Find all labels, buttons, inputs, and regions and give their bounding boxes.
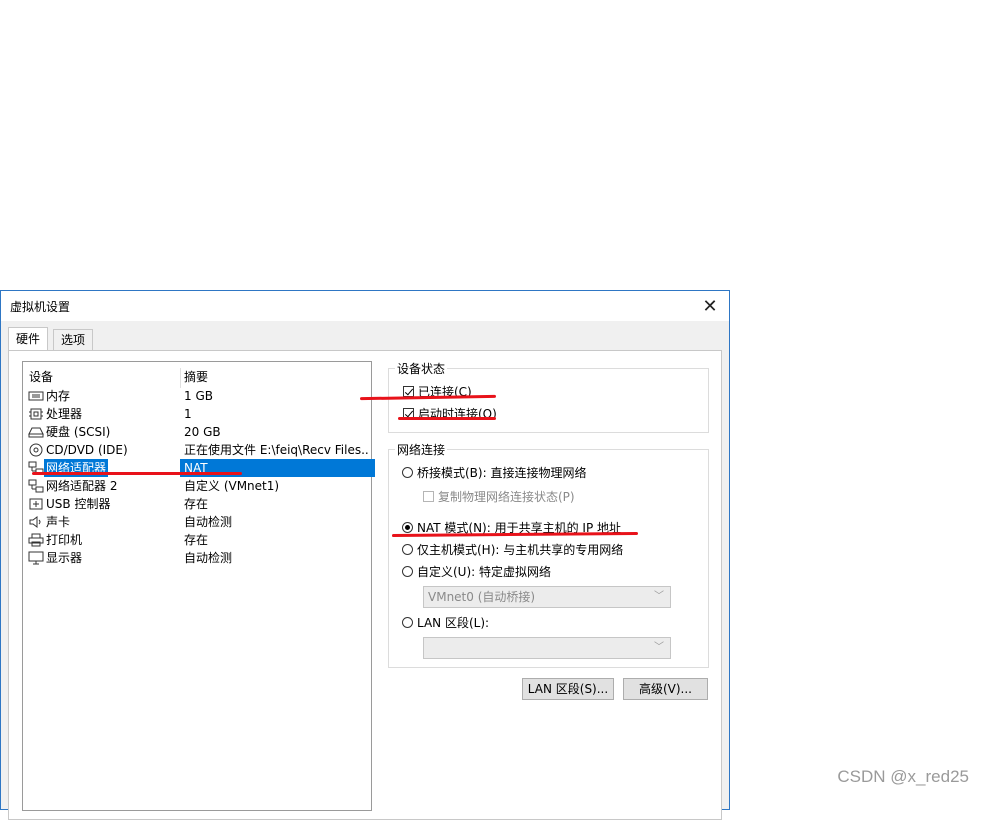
custom-radio[interactable]: 自定义(U): 特定虚拟网络 (402, 563, 551, 580)
device-summary: 20 GB (184, 425, 221, 439)
checkbox-box[interactable] (423, 491, 434, 502)
device-name: USB 控制器 (46, 497, 111, 511)
annotation-underline (32, 472, 242, 475)
device-row-usb-controller[interactable]: USB 控制器 存在 (25, 495, 371, 513)
replicate-state-checkbox[interactable]: 复制物理网络连接状态(P) (423, 488, 575, 505)
device-row-hard-disk[interactable]: 硬盘 (SCSI) 20 GB (25, 423, 371, 441)
column-separator[interactable] (180, 368, 181, 388)
cpu-icon (29, 408, 43, 420)
device-list-header: 设备 摘要 (29, 368, 369, 388)
device-name: 内存 (46, 389, 71, 403)
chevron-down-icon: ﹀ (654, 591, 664, 602)
device-status-title: 设备状态 (395, 360, 448, 377)
device-row-printer[interactable]: 打印机 存在 (25, 531, 371, 549)
printer-icon (28, 533, 44, 547)
bridged-radio[interactable]: 桥接模式(B): 直接连接物理网络 (402, 464, 586, 481)
radio-button[interactable] (402, 566, 413, 577)
device-summary: 正在使用文件 E:\feiq\Recv Files... (184, 443, 370, 457)
device-summary: 自动检测 (184, 515, 233, 529)
device-summary: 1 GB (184, 389, 213, 403)
advanced-button[interactable]: 高级(V)... (623, 678, 708, 700)
device-name: 打印机 (46, 533, 83, 547)
watermark: CSDN @x_red25 (837, 767, 969, 786)
lan-segment-radio[interactable]: LAN 区段(L): (402, 614, 489, 631)
network-adapter-icon (28, 479, 44, 493)
device-name: 显示器 (46, 551, 83, 565)
tab-hardware[interactable]: 硬件 (8, 327, 48, 350)
lan-segments-button[interactable]: LAN 区段(S)... (522, 678, 614, 700)
chevron-down-icon: ﹀ (654, 642, 664, 653)
device-summary: 自动检测 (184, 551, 233, 565)
device-name: 声卡 (46, 515, 71, 529)
device-row-memory[interactable]: 内存 1 GB (25, 387, 371, 405)
network-connection-group: 网络连接 桥接模式(B): 直接连接物理网络 复制物理网络连接状态(P) NAT… (388, 441, 709, 668)
lan-segment-select[interactable]: ﹀ (423, 637, 671, 659)
device-row-display[interactable]: 显示器 自动检测 (25, 549, 371, 567)
device-row-network-adapter-2[interactable]: 网络适配器 2 自定义 (VMnet1) (25, 477, 371, 495)
close-icon[interactable]: ✕ (697, 293, 723, 319)
device-list[interactable]: 设备 摘要 内存 1 GB 处理器 1 硬盘 (SCSI) 20 GB CD/D… (22, 361, 375, 811)
host-only-radio[interactable]: 仅主机模式(H): 与主机共享的专用网络 (402, 541, 623, 558)
memory-icon (28, 391, 44, 401)
cd-dvd-icon (29, 443, 43, 457)
device-summary: 存在 (184, 497, 209, 511)
device-name: 处理器 (46, 407, 83, 421)
device-summary: 1 (184, 407, 192, 421)
device-summary: 自定义 (VMnet1) (184, 479, 280, 493)
replicate-state-label: 复制物理网络连接状态(P) (438, 490, 575, 504)
device-status-group: 设备状态 已连接(C) 启动时连接(O) (388, 360, 709, 433)
device-row-cd-dvd[interactable]: CD/DVD (IDE) 正在使用文件 E:\feiq\Recv Files..… (25, 441, 371, 459)
tab-options[interactable]: 选项 (53, 329, 93, 350)
network-connection-title: 网络连接 (395, 441, 448, 458)
host-only-label: 仅主机模式(H): 与主机共享的专用网络 (417, 543, 624, 557)
radio-button[interactable] (402, 467, 413, 478)
custom-label: 自定义(U): 特定虚拟网络 (417, 565, 552, 579)
radio-button[interactable] (402, 544, 413, 555)
column-header-device[interactable]: 设备 (29, 368, 53, 385)
radio-button[interactable] (402, 522, 413, 533)
window-title: 虚拟机设置 (10, 300, 71, 314)
device-name: 硬盘 (SCSI) (46, 425, 111, 439)
bridged-label: 桥接模式(B): 直接连接物理网络 (417, 466, 587, 480)
device-row-sound-card[interactable]: 声卡 自动检测 (25, 513, 371, 531)
hard-disk-icon (28, 427, 44, 438)
display-icon (28, 551, 44, 565)
title-bar: 虚拟机设置 ✕ (1, 291, 729, 321)
sound-card-icon (29, 516, 41, 528)
lan-segment-label: LAN 区段(L): (417, 616, 490, 630)
device-row-processor[interactable]: 处理器 1 (25, 405, 371, 423)
custom-network-select[interactable]: VMnet0 (自动桥接) ﹀ (423, 586, 671, 608)
annotation-underline (398, 417, 496, 420)
usb-icon (29, 498, 43, 510)
device-name: CD/DVD (IDE) (46, 443, 128, 457)
column-header-summary[interactable]: 摘要 (184, 368, 208, 385)
radio-button[interactable] (402, 617, 413, 628)
device-summary: 存在 (184, 533, 209, 547)
custom-network-value: VMnet0 (自动桥接) (428, 590, 536, 604)
device-name: 网络适配器 2 (46, 479, 118, 493)
